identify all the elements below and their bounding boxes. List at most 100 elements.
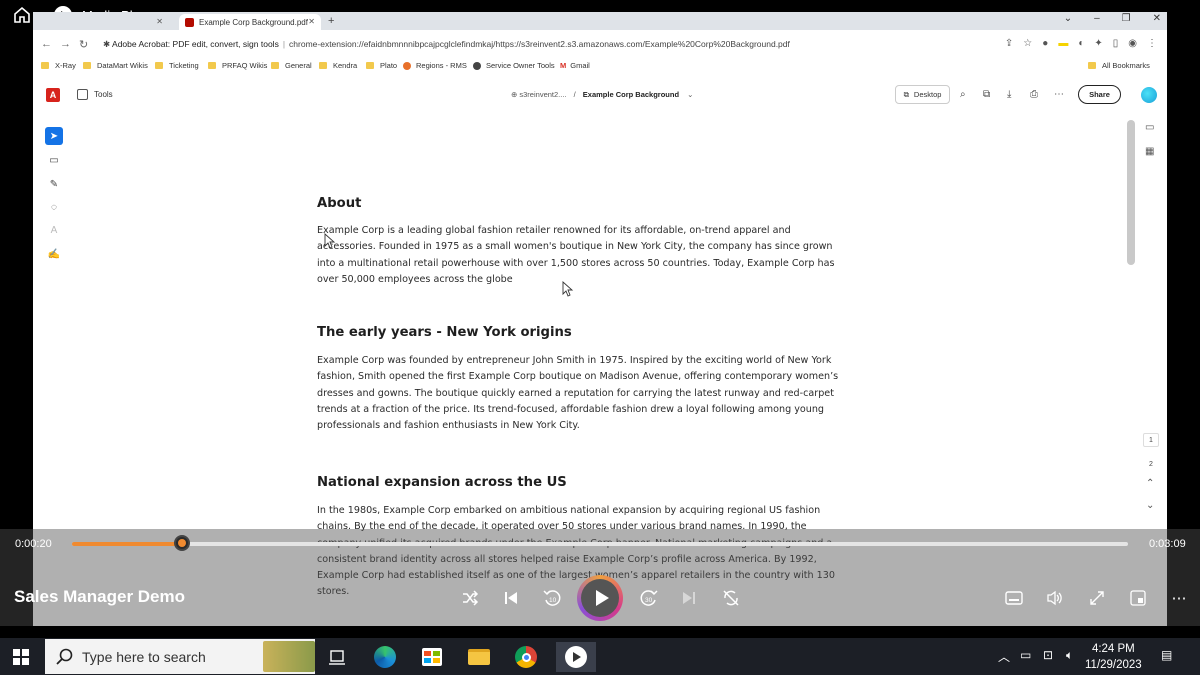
select-tool-icon[interactable]: ➤ bbox=[45, 127, 63, 145]
volume-icon[interactable] bbox=[1044, 587, 1066, 609]
text-tool-icon[interactable]: A bbox=[45, 221, 63, 239]
close-icon[interactable]: ✕ bbox=[1153, 13, 1161, 24]
mini-player-icon[interactable] bbox=[1127, 587, 1149, 609]
tab-previous[interactable]: ✕ bbox=[41, 14, 169, 30]
profile-icon[interactable]: ◉ bbox=[1128, 38, 1137, 49]
search-highlight-image bbox=[263, 641, 315, 672]
next-icon[interactable] bbox=[678, 587, 700, 609]
search-icon bbox=[56, 648, 73, 665]
tools-icon[interactable] bbox=[77, 89, 88, 100]
extension-gray-icon[interactable]: ● bbox=[1042, 38, 1048, 49]
back-icon[interactable]: ← bbox=[41, 38, 52, 50]
close-tab-icon[interactable]: ✕ bbox=[308, 17, 315, 26]
forward-icon[interactable]: → bbox=[60, 38, 71, 50]
bookmark-datamart[interactable]: DataMart Wikis bbox=[83, 61, 148, 70]
folder-icon bbox=[366, 62, 374, 69]
bookmark-ticketing[interactable]: Ticketing bbox=[155, 61, 199, 70]
comment-tool-icon[interactable]: ▭ bbox=[45, 151, 63, 169]
chrome-icon[interactable] bbox=[511, 642, 541, 672]
highlighter-icon[interactable]: ▬ bbox=[1058, 38, 1068, 49]
crumb-host[interactable]: s3reinvent2.... bbox=[519, 90, 566, 99]
fullscreen-icon[interactable] bbox=[1086, 587, 1108, 609]
share-button[interactable]: Share bbox=[1078, 85, 1121, 104]
media-player-taskbar-icon[interactable] bbox=[556, 642, 596, 672]
address-bar[interactable]: ✱ Adobe Acrobat: PDF edit, convert, sign… bbox=[103, 39, 790, 50]
restore-icon[interactable]: ❐ bbox=[1122, 13, 1131, 24]
repeat-off-icon[interactable] bbox=[720, 587, 742, 609]
battery-icon[interactable]: ▭ bbox=[1020, 648, 1031, 662]
acrobat-logo-icon[interactable]: A bbox=[46, 88, 60, 102]
media-title: Sales Manager Demo bbox=[14, 587, 186, 606]
close-tab-icon[interactable]: ✕ bbox=[156, 17, 163, 26]
bookmark-kendra[interactable]: Kendra bbox=[319, 61, 357, 70]
chevron-down-icon[interactable]: ⌄ bbox=[1146, 500, 1154, 511]
seek-bar[interactable] bbox=[72, 542, 1128, 546]
duration-time: 0:03:09 bbox=[1149, 538, 1186, 550]
seek-handle[interactable] bbox=[173, 535, 190, 551]
home-icon[interactable] bbox=[12, 5, 32, 25]
chevron-down-icon[interactable]: ⌄ bbox=[687, 90, 693, 99]
folder-icon bbox=[271, 62, 279, 69]
captions-icon[interactable] bbox=[1003, 587, 1025, 609]
play-button[interactable] bbox=[577, 575, 623, 621]
scrollbar[interactable] bbox=[1127, 120, 1135, 265]
chevron-up-icon[interactable]: ︿ bbox=[998, 648, 1010, 665]
page-number-1[interactable]: 1 bbox=[1143, 433, 1159, 447]
bookmark-prfaq[interactable]: PRFAQ Wikis bbox=[208, 61, 267, 70]
edge-icon[interactable] bbox=[370, 642, 400, 672]
document-name[interactable]: Example Corp Background bbox=[583, 90, 679, 99]
taskbar-search[interactable]: Type here to search bbox=[45, 639, 315, 674]
print-icon[interactable]: ⎙ bbox=[1030, 89, 1038, 100]
tab-pdf[interactable]: Example Corp Background.pdf ✕ bbox=[179, 14, 321, 30]
avatar[interactable] bbox=[1141, 87, 1157, 103]
file-explorer-icon[interactable] bbox=[464, 642, 494, 672]
page-thumbnails-icon[interactable]: ⧉ bbox=[983, 89, 990, 100]
section-body: Example Corp is a leading global fashion… bbox=[317, 225, 835, 285]
windows-start-icon[interactable] bbox=[13, 649, 29, 665]
new-tab-icon[interactable]: + bbox=[328, 15, 334, 27]
page-number-2[interactable]: 2 bbox=[1143, 457, 1159, 471]
volume-icon[interactable]: 🔈︎ bbox=[1066, 648, 1073, 663]
task-view-icon[interactable] bbox=[322, 642, 352, 672]
reload-icon[interactable]: ↻ bbox=[79, 38, 88, 51]
bookmark-xray[interactable]: X-Ray bbox=[41, 61, 76, 70]
system-clock[interactable]: 4:24 PM 11/29/2023 bbox=[1085, 641, 1142, 673]
star-icon[interactable]: ☆ bbox=[1023, 38, 1032, 49]
share-page-icon[interactable]: ⇪ bbox=[1005, 38, 1013, 49]
sign-tool-icon[interactable]: ✍ bbox=[45, 245, 63, 263]
chevron-up-icon[interactable]: ⌃ bbox=[1146, 478, 1154, 489]
more-icon[interactable]: ⋯ bbox=[1054, 89, 1064, 100]
grid-panel-icon[interactable]: ▦ bbox=[1145, 146, 1154, 157]
draw-tool-icon[interactable]: ✎ bbox=[45, 175, 63, 193]
regions-icon bbox=[403, 61, 411, 70]
forward-30-icon[interactable]: 30 bbox=[638, 587, 660, 609]
notification-icon[interactable]: ▤ bbox=[1161, 648, 1172, 662]
bookmark-general[interactable]: General bbox=[271, 61, 312, 70]
search-icon[interactable]: ⌕ bbox=[960, 89, 966, 100]
previous-icon[interactable] bbox=[500, 587, 522, 609]
minimize-icon[interactable]: – bbox=[1094, 13, 1100, 24]
lasso-tool-icon[interactable]: ◌ bbox=[45, 198, 63, 216]
extension-icon[interactable]: ◐ bbox=[1078, 38, 1084, 49]
bookmark-regions[interactable]: Regions - RMS bbox=[403, 61, 467, 70]
more-options-icon[interactable]: ⋯ bbox=[1168, 587, 1190, 609]
more-icon[interactable]: ⋮ bbox=[1147, 38, 1157, 49]
shuffle-icon[interactable] bbox=[459, 587, 481, 609]
bookmark-plato[interactable]: Plato bbox=[366, 61, 397, 70]
store-icon[interactable] bbox=[417, 642, 447, 672]
bookmark-label: Service Owner Tools bbox=[486, 61, 555, 70]
side-panel-icon[interactable]: ▯ bbox=[1113, 38, 1119, 49]
rewind-10-icon[interactable]: 10 bbox=[541, 587, 563, 609]
bookmark-label: Kendra bbox=[333, 61, 358, 70]
all-bookmarks[interactable]: All Bookmarks bbox=[1088, 61, 1150, 70]
bookmark-service-owner[interactable]: Service Owner Tools bbox=[473, 61, 555, 70]
download-icon[interactable]: ⤓ bbox=[1007, 89, 1011, 100]
bookmark-gmail[interactable]: M Gmail bbox=[560, 61, 590, 70]
puzzle-icon[interactable]: ✦ bbox=[1094, 38, 1102, 49]
desktop-button[interactable]: ⧉ Desktop bbox=[895, 85, 950, 104]
chevron-down-icon[interactable]: ⌄ bbox=[1064, 13, 1072, 24]
folder-icon bbox=[83, 62, 91, 69]
comments-panel-icon[interactable]: ▭ bbox=[1145, 122, 1154, 133]
network-icon[interactable]: ⊡ bbox=[1043, 648, 1053, 662]
tools-label[interactable]: Tools bbox=[94, 90, 113, 99]
